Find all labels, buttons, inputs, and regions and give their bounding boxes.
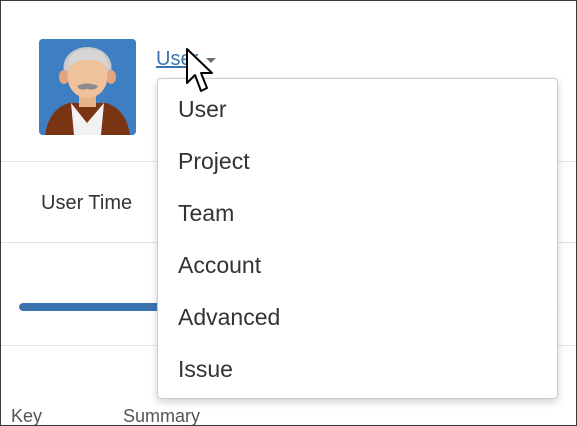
menu-item-advanced[interactable]: Advanced — [158, 291, 557, 343]
menu-item-user[interactable]: User — [158, 83, 557, 135]
search-type-menu: User Project Team Account Advanced Issue — [157, 78, 558, 399]
mouse-pointer-icon — [186, 48, 213, 92]
menu-item-issue[interactable]: Issue — [158, 343, 557, 395]
user-avatar-icon — [39, 39, 136, 135]
app-window: User User Time Key Summary User Project … — [0, 0, 577, 426]
tab-user-timesheet[interactable]: User Time — [41, 192, 132, 215]
column-header-key[interactable]: Key — [11, 406, 42, 425]
column-header-summary[interactable]: Summary — [123, 406, 200, 425]
menu-item-team[interactable]: Team — [158, 187, 557, 239]
menu-item-account[interactable]: Account — [158, 239, 557, 291]
menu-item-project[interactable]: Project — [158, 135, 557, 187]
